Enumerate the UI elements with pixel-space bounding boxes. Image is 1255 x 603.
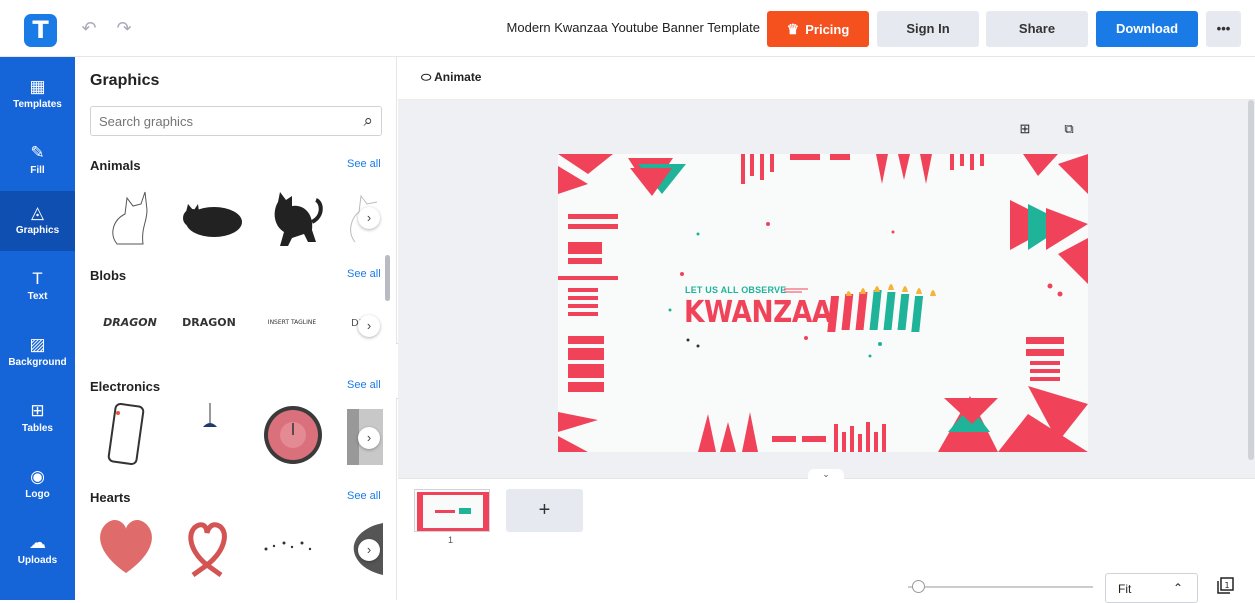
templates-icon: ▦ xyxy=(29,77,46,96)
animate-button[interactable]: ⬭ Animate xyxy=(421,70,481,85)
sidebar-item-templates[interactable]: ▦ Templates xyxy=(0,65,75,125)
background-icon: ▨ xyxy=(29,335,46,354)
canvas-scrollbar[interactable] xyxy=(1248,100,1254,460)
kinara-candles xyxy=(827,284,936,332)
tagline-text-graphic[interactable]: INSERT TAGLINE xyxy=(262,292,322,352)
design-canvas[interactable]: LET US ALL OBSERVE KWANZAA xyxy=(558,154,1088,452)
playing-cat-graphic[interactable] xyxy=(258,182,330,254)
sign-in-button[interactable]: Sign In xyxy=(877,11,979,47)
sidebar-item-label: Tables xyxy=(22,423,53,434)
page-number: 1 xyxy=(448,535,454,545)
heart-ribbon-graphic[interactable] xyxy=(179,515,235,577)
category-hearts-heading: Hearts xyxy=(90,490,131,505)
hide-pages-chevron-icon[interactable]: ⌄ xyxy=(808,469,844,480)
chevron-up-icon: ⌃ xyxy=(1172,581,1183,595)
download-button[interactable]: Download xyxy=(1096,11,1198,47)
dragon-text-graphic[interactable]: DRAGON xyxy=(100,292,160,352)
add-page-icon[interactable]: ⊞ xyxy=(1017,121,1033,137)
undo-icon[interactable]: ↶ xyxy=(78,17,100,39)
blobs-next-arrow[interactable]: › xyxy=(358,315,380,337)
share-button[interactable]: Share xyxy=(986,11,1088,47)
page-thumbnail-preview xyxy=(417,492,489,531)
sidebar-item-label: Uploads xyxy=(17,555,58,566)
pages-bar: ⌄ 1 + Fit ⌃ 1 xyxy=(398,469,1255,603)
sidebar-item-label: Graphics xyxy=(15,225,60,236)
sidebar-item-label: Fill xyxy=(30,165,45,176)
sidebar-item-label: Logo xyxy=(25,489,50,500)
sidebar-item-tables[interactable]: ⊞ Tables xyxy=(0,389,75,449)
svg-text:DRAGON: DRAGON xyxy=(103,316,157,329)
wall-clock-graphic[interactable] xyxy=(261,403,325,467)
crown-icon: ♛ xyxy=(786,21,800,37)
left-sidebar: ▦ Templates ✎ Fill ◬ Graphics T Text ▨ B… xyxy=(0,57,75,600)
pages-grid-icon: 1 xyxy=(1217,577,1234,594)
see-all-animals-link[interactable]: See all xyxy=(347,158,381,170)
duplicate-page-icon[interactable]: ⧉ xyxy=(1061,121,1077,137)
hearts-next-arrow[interactable]: › xyxy=(358,539,380,561)
table-icon: ⊞ xyxy=(30,401,45,420)
svg-text:INSERT TAGLINE: INSERT TAGLINE xyxy=(268,319,317,326)
sidebar-item-text[interactable]: T Text xyxy=(0,257,75,317)
sleeping-cat-graphic[interactable] xyxy=(176,182,248,254)
kwanzaa-title-text[interactable]: KWANZAA xyxy=(684,295,832,330)
observe-subtitle-text[interactable]: LET US ALL OBSERVE xyxy=(685,285,786,295)
smartphone-graphic[interactable] xyxy=(102,399,150,467)
heart-graphic[interactable] xyxy=(93,515,159,577)
sidebar-item-label: Text xyxy=(27,291,48,302)
category-animals-heading: Animals xyxy=(90,158,141,173)
sidebar-item-label: Background xyxy=(8,357,67,368)
see-all-electronics-link[interactable]: See all xyxy=(347,379,381,391)
svg-text:DRAGON: DRAGON xyxy=(182,316,236,329)
pencil-icon: ✎ xyxy=(30,143,45,162)
dragon-arched-text-graphic[interactable]: DRAGON xyxy=(179,292,239,352)
pendant-lamp-graphic[interactable] xyxy=(185,399,235,459)
zoom-select[interactable]: Fit ⌃ xyxy=(1105,573,1198,603)
search-box: ⌕ xyxy=(90,106,382,136)
dotted-hearts-graphic[interactable] xyxy=(258,531,318,561)
category-electronics-heading: Electronics xyxy=(90,379,161,394)
sidebar-item-graphics[interactable]: ◬ Graphics xyxy=(0,191,75,251)
electronics-next-arrow[interactable]: › xyxy=(358,427,380,449)
see-all-blobs-link[interactable]: See all xyxy=(347,268,381,280)
animate-icon: ⬭ xyxy=(421,70,435,84)
sidebar-item-logo[interactable]: ◉ Logo xyxy=(0,455,75,515)
redo-icon[interactable]: ↷ xyxy=(113,17,135,39)
graphics-panel: Graphics ⌕ Animals See all › Blobs See a… xyxy=(75,57,397,600)
zoom-value: Fit xyxy=(1118,582,1132,596)
editor-toolbar: ⬭ Animate xyxy=(398,57,1255,100)
sidebar-item-uploads[interactable]: ☁ Uploads xyxy=(0,521,75,581)
more-options-button[interactable]: ••• xyxy=(1206,11,1241,47)
logo-icon: ◉ xyxy=(30,467,45,486)
document-title[interactable]: Modern Kwanzaa Youtube Banner Template xyxy=(440,20,760,35)
sidebar-item-fill[interactable]: ✎ Fill xyxy=(0,131,75,191)
sidebar-item-label: Templates xyxy=(13,99,62,110)
zoom-slider-track[interactable] xyxy=(908,586,1093,588)
see-all-hearts-link[interactable]: See all xyxy=(347,490,381,502)
panel-title: Graphics xyxy=(90,72,160,89)
category-blobs-heading: Blobs xyxy=(90,268,127,283)
search-icon[interactable]: ⌕ xyxy=(363,111,373,131)
svg-text:1: 1 xyxy=(1224,581,1229,590)
sidebar-item-background[interactable]: ▨ Background xyxy=(0,323,75,383)
page-thumbnail[interactable] xyxy=(414,489,490,532)
pricing-button[interactable]: ♛ Pricing xyxy=(767,11,869,47)
shapes-icon: ◬ xyxy=(30,203,45,222)
upload-cloud-icon: ☁ xyxy=(29,533,46,552)
app-logo[interactable]: T xyxy=(24,14,57,47)
text-icon: T xyxy=(32,269,43,288)
pages-view-icon[interactable]: 1 xyxy=(1214,576,1236,598)
add-page-button[interactable]: + xyxy=(506,489,583,532)
panel-scrollbar[interactable] xyxy=(385,255,390,301)
zoom-slider-handle[interactable] xyxy=(912,580,925,593)
animals-next-arrow[interactable]: › xyxy=(358,207,380,229)
search-input[interactable] xyxy=(99,107,349,135)
cat-outline-graphic[interactable] xyxy=(103,182,175,254)
top-bar: T ↶ ↷ Modern Kwanzaa Youtube Banner Temp… xyxy=(0,0,1255,57)
